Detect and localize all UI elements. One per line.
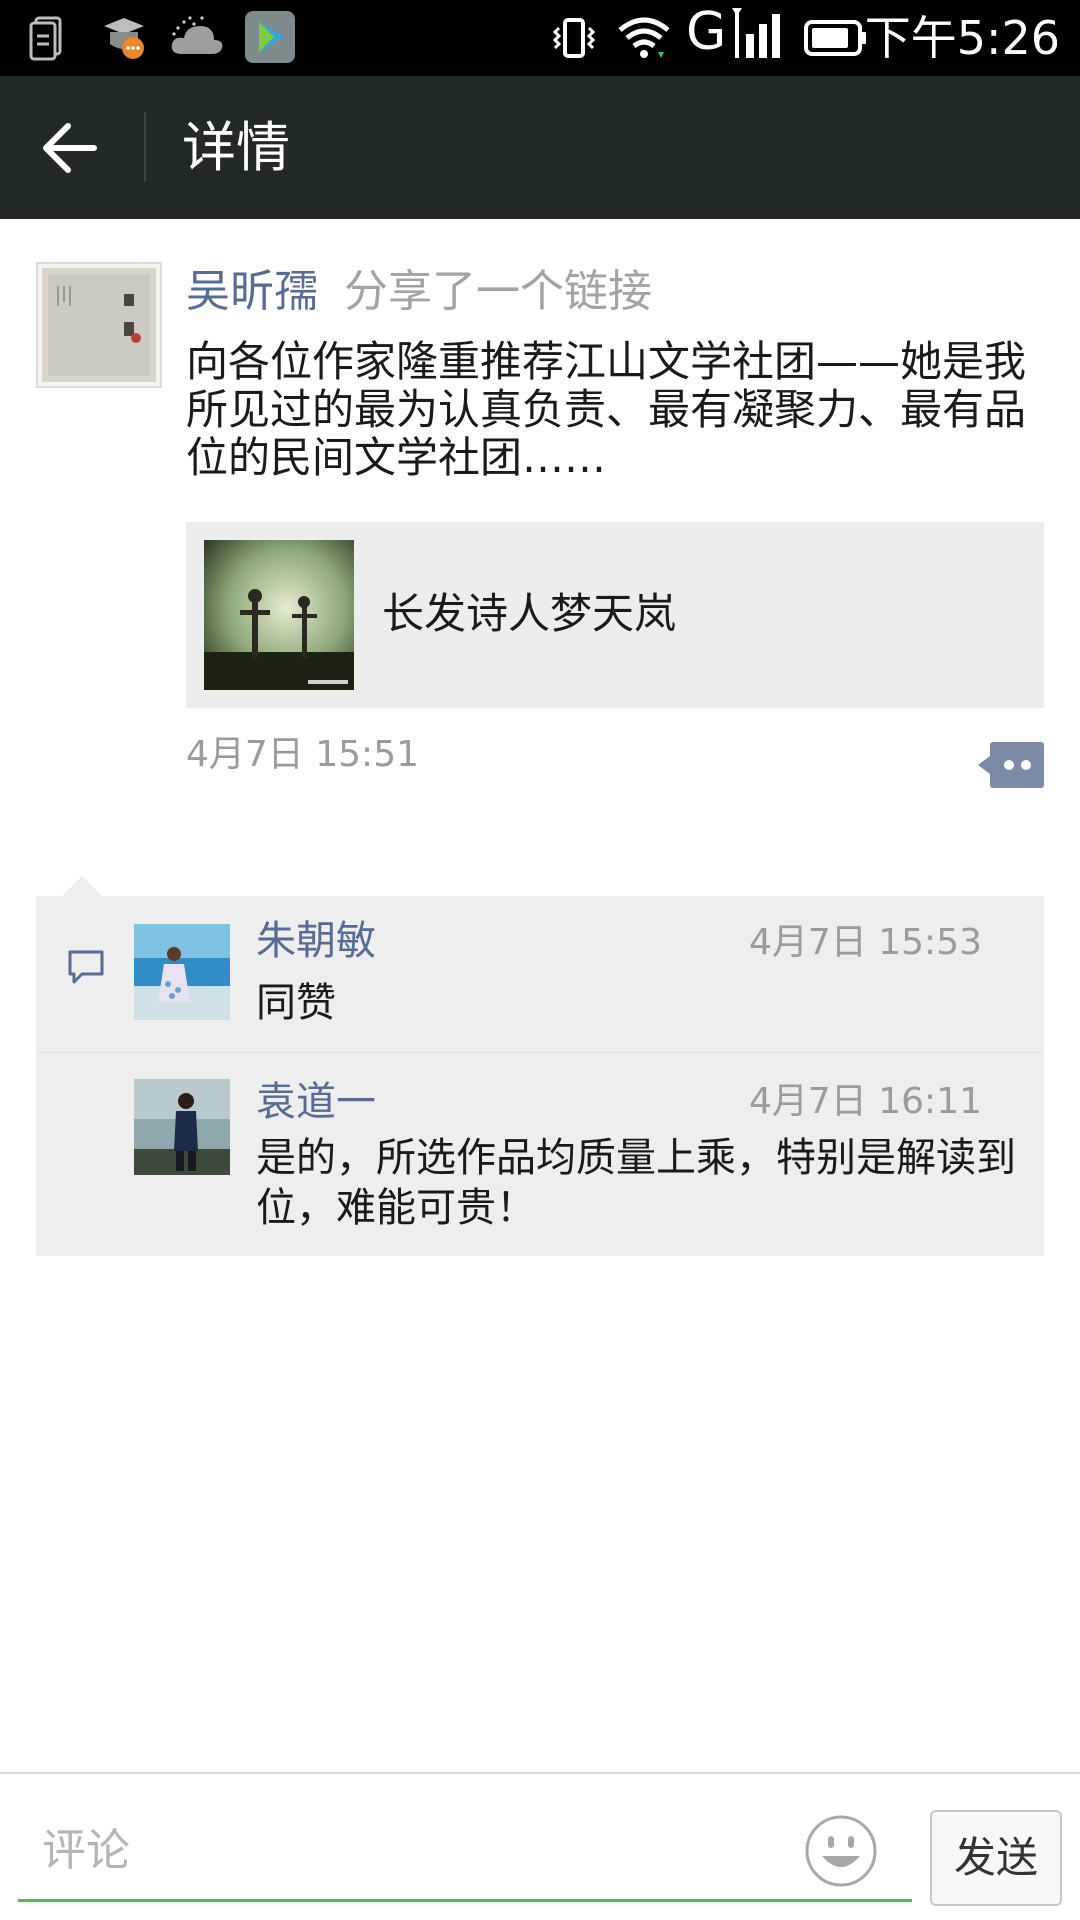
weather-icon	[171, 16, 223, 54]
post-text: 向各位作家隆重推荐江山文学社团——她是我所见过的最为认真负责、最有凝聚力、最有品…	[186, 337, 1027, 482]
author-avatar[interactable]	[36, 262, 162, 388]
commenter-name[interactable]: 朱朝敏	[256, 916, 376, 966]
post-author-name[interactable]: 吴昕孺	[186, 264, 318, 320]
commenter-avatar[interactable]	[134, 924, 230, 1020]
battery-icon	[804, 20, 866, 56]
comment-menu-icon[interactable]	[978, 742, 1044, 788]
file-manager-icon	[29, 16, 62, 61]
vibrate-icon	[552, 18, 596, 58]
comment-text: 是的，所选作品均质量上乘，特别是解读到位，难能可贵！	[256, 1135, 1016, 1231]
wifi-icon	[618, 17, 670, 58]
comment-timestamp: 4月7日 15:53	[749, 922, 982, 963]
comment-item[interactable]: 袁道一 4月7日 16:11 是的，所选作品均质量上乘，特别是解读到位，难能可贵…	[36, 1052, 1044, 1256]
network-type-label: G	[686, 2, 727, 62]
post-action-text: 分享了一个链接	[344, 266, 652, 317]
link-title: 长发诗人梦天岚	[382, 589, 677, 638]
post-timestamp: 4月7日 15:51	[186, 734, 419, 775]
status-time: 下午5:26	[864, 11, 1060, 65]
comment-item[interactable]: 朱朝敏 4月7日 15:53 同赞	[36, 896, 1044, 1052]
title-divider	[144, 112, 146, 182]
comment-timestamp: 4月7日 16:11	[749, 1081, 982, 1122]
commenter-name[interactable]: 袁道一	[256, 1077, 376, 1127]
send-button[interactable]: 发送	[930, 1810, 1062, 1906]
signal-icon	[732, 8, 780, 58]
comment-text: 同赞	[256, 980, 336, 1026]
back-arrow-icon[interactable]	[30, 110, 110, 186]
emoji-icon[interactable]	[804, 1814, 878, 1888]
video-app-icon	[245, 11, 295, 63]
comment-input[interactable]	[18, 1802, 912, 1902]
title-bar: 详情	[0, 76, 1080, 219]
chat-notification-icon	[104, 18, 144, 59]
shared-link-card[interactable]: 长发诗人梦天岚	[186, 522, 1044, 708]
comment-list: 朱朝敏 4月7日 15:53 同赞 袁道一 4月7日 16:11 是的，所选作品…	[36, 876, 1044, 1256]
page-title: 详情	[182, 116, 290, 179]
commenter-avatar[interactable]	[134, 1079, 230, 1175]
screen: G 下午5:26 详情 吴昕孺 分享了一个链接 向各位作家隆重推荐江山文学社团—…	[0, 0, 1080, 1920]
link-thumbnail	[204, 540, 354, 690]
status-bar: G 下午5:26	[0, 0, 1080, 76]
author-avatar-image	[42, 268, 156, 382]
comment-input-bar: 发送	[0, 1772, 1080, 1920]
comment-area-pointer	[62, 876, 102, 896]
